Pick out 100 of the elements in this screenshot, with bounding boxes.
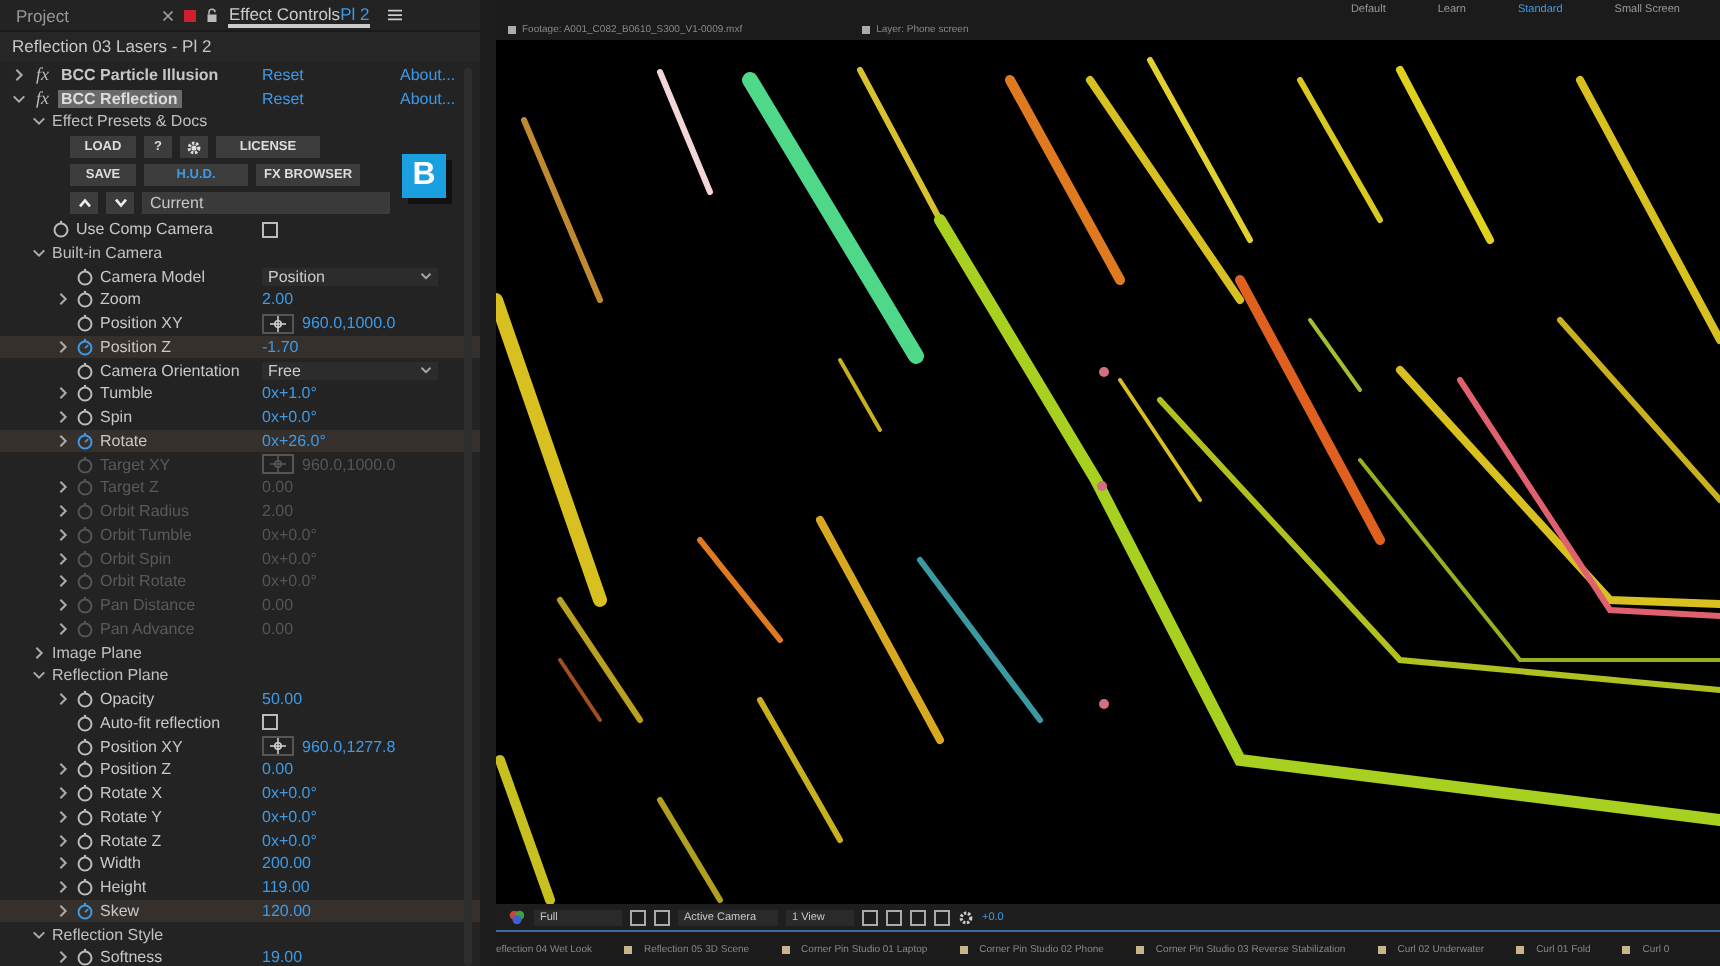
chevron-right-icon[interactable] bbox=[32, 645, 46, 660]
color-wheel-icon[interactable] bbox=[508, 908, 526, 926]
parameter-label: Rotate X bbox=[100, 784, 163, 803]
reset-link[interactable]: Reset bbox=[262, 89, 400, 107]
gear-icon bbox=[186, 139, 202, 156]
stopwatch-icon[interactable] bbox=[76, 854, 94, 873]
parameter-label: Rotate Z bbox=[100, 831, 162, 850]
stopwatch-icon[interactable] bbox=[76, 784, 94, 803]
parameter-value[interactable]: 0.00 bbox=[262, 760, 294, 779]
chevron-down-icon[interactable] bbox=[32, 114, 46, 129]
chevron-down-icon[interactable] bbox=[32, 927, 46, 942]
stopwatch-icon[interactable] bbox=[76, 831, 94, 850]
parameter-value[interactable]: 960.0,1277.8 bbox=[302, 737, 396, 756]
dropdown[interactable]: Free bbox=[262, 361, 438, 380]
parameter-label: Use Comp Camera bbox=[76, 220, 213, 239]
parameter-label: Zoom bbox=[100, 290, 141, 309]
parameter-label: Camera Orientation bbox=[100, 361, 240, 380]
lock-icon[interactable] bbox=[206, 7, 219, 23]
chevron-right-icon[interactable] bbox=[56, 292, 70, 307]
stopwatch-icon[interactable] bbox=[76, 690, 94, 709]
parameter-label: Width bbox=[100, 854, 141, 873]
parameter-label: Rotate bbox=[100, 431, 148, 450]
section-label: Reflection Style bbox=[52, 925, 164, 944]
chevron-right-icon[interactable] bbox=[12, 67, 26, 81]
parameter-value[interactable]: -1.70 bbox=[262, 337, 299, 356]
parameter-label: Skew bbox=[100, 901, 140, 920]
about-link[interactable]: About... bbox=[400, 89, 456, 107]
checkbox[interactable] bbox=[262, 221, 278, 238]
section-label: Image Plane bbox=[52, 643, 142, 662]
stopwatch-icon[interactable] bbox=[76, 267, 94, 286]
chevron-up-icon bbox=[77, 198, 91, 209]
parameter-label: Spin bbox=[100, 408, 133, 427]
stopwatch-icon[interactable] bbox=[76, 760, 94, 779]
chevron-right-icon[interactable] bbox=[56, 692, 70, 707]
stopwatch-icon[interactable] bbox=[76, 337, 94, 356]
stopwatch-icon[interactable] bbox=[76, 290, 94, 309]
stopwatch-icon[interactable] bbox=[52, 220, 70, 239]
stopwatch-icon[interactable] bbox=[76, 807, 94, 826]
chevron-down-icon[interactable] bbox=[32, 245, 46, 260]
panel-tab[interactable]: Effect ControlsPl 2 bbox=[228, 3, 370, 27]
section-label: Effect Presets & Docs bbox=[52, 112, 208, 131]
fx-label: fx bbox=[36, 64, 49, 84]
chevron-down-icon bbox=[113, 198, 127, 209]
parameter-value[interactable]: 960.0,1000.0 bbox=[302, 314, 396, 333]
stopwatch-icon[interactable] bbox=[76, 901, 94, 920]
chevron-right-icon[interactable] bbox=[56, 950, 70, 965]
dropdown[interactable]: Position bbox=[262, 267, 438, 286]
parameter-label: Opacity bbox=[100, 690, 155, 709]
close-icon[interactable] bbox=[162, 9, 175, 21]
stopwatch-icon[interactable] bbox=[76, 948, 94, 966]
parameter-value[interactable]: 119.00 bbox=[262, 878, 310, 897]
chevron-right-icon[interactable] bbox=[56, 339, 70, 354]
parameter-value[interactable]: 0x+0.0° bbox=[262, 408, 317, 427]
section-label: Built-in Camera bbox=[52, 243, 163, 262]
checkbox[interactable] bbox=[262, 714, 278, 731]
stopwatch-icon[interactable] bbox=[76, 713, 94, 732]
parameter-label: Softness bbox=[100, 948, 163, 966]
stopwatch-icon[interactable] bbox=[76, 361, 94, 380]
parameter-value[interactable]: 0x+0.0° bbox=[262, 831, 317, 850]
crosshair-button[interactable] bbox=[262, 313, 294, 334]
parameter-value[interactable]: 0x+0.0° bbox=[262, 807, 317, 826]
parameter-value[interactable]: 0x+1.0° bbox=[262, 384, 317, 403]
fx-label: fx bbox=[36, 88, 49, 108]
parameter-value[interactable]: 0x+26.0° bbox=[262, 431, 326, 450]
section-label: Reflection Plane bbox=[52, 666, 169, 685]
effect-name[interactable]: BCC Reflection bbox=[57, 89, 182, 107]
parameter-label: Camera Model bbox=[100, 267, 205, 286]
settings-button[interactable] bbox=[180, 136, 208, 159]
crosshair-button[interactable] bbox=[262, 736, 294, 757]
stopwatch-icon[interactable] bbox=[76, 431, 94, 450]
chevron-down-icon bbox=[420, 364, 432, 377]
parameter-value[interactable]: 50.00 bbox=[262, 690, 303, 709]
parameter-label: Auto-fit reflection bbox=[100, 713, 221, 732]
parameter-label: Rotate Y bbox=[100, 807, 162, 826]
chevron-down-icon[interactable] bbox=[32, 668, 46, 683]
chevron-down-icon[interactable] bbox=[12, 91, 26, 105]
stopwatch-icon[interactable] bbox=[76, 314, 94, 333]
stopwatch-icon[interactable] bbox=[76, 384, 94, 403]
parameter-label: Position XY bbox=[100, 737, 183, 756]
stopwatch-icon[interactable] bbox=[76, 878, 94, 897]
effect-name[interactable]: BCC Particle Illusion bbox=[57, 65, 223, 83]
panel-tab[interactable]: Project bbox=[16, 5, 69, 25]
parameter-value[interactable]: 200.00 bbox=[262, 854, 311, 873]
gear-icon[interactable] bbox=[958, 909, 974, 925]
parameter-label: Tumble bbox=[100, 384, 153, 403]
about-link[interactable]: About... bbox=[400, 65, 456, 83]
parameter-value[interactable]: 0x+0.0° bbox=[262, 784, 317, 803]
parameter-value[interactable]: 120.00 bbox=[262, 901, 311, 920]
reset-link[interactable]: Reset bbox=[262, 65, 400, 83]
up-arrow-button[interactable] bbox=[70, 192, 98, 215]
menu-icon[interactable] bbox=[387, 8, 402, 22]
preset-field[interactable]: Current bbox=[142, 192, 390, 215]
parameter-label: Position Z bbox=[100, 760, 172, 779]
parameter-value[interactable]: 2.00 bbox=[262, 290, 294, 309]
parameter-label: Height bbox=[100, 878, 147, 897]
stopwatch-icon[interactable] bbox=[76, 737, 94, 756]
logo-icon: B bbox=[402, 153, 446, 198]
stopwatch-icon[interactable] bbox=[76, 408, 94, 427]
parameter-value[interactable]: 19.00 bbox=[262, 948, 303, 966]
down-arrow-button[interactable] bbox=[106, 192, 134, 215]
